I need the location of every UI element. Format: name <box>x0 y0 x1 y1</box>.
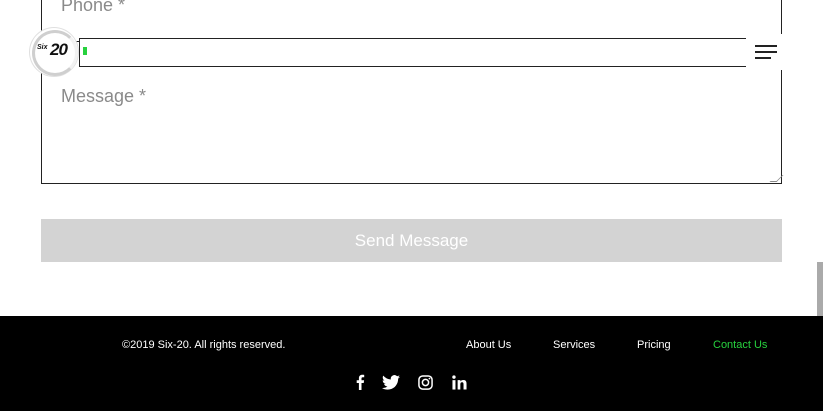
facebook-icon[interactable] <box>350 372 370 392</box>
copyright-text: ©2019 Six-20. All rights reserved. <box>122 339 286 351</box>
footer-link-contact-us[interactable]: Contact Us <box>713 339 767 351</box>
logo[interactable]: Six 20 <box>30 28 78 76</box>
phone-label: Phone * <box>61 0 126 15</box>
linkedin-icon[interactable] <box>449 372 469 392</box>
send-message-button[interactable]: Send Message <box>41 219 782 262</box>
page-scrollbar[interactable] <box>817 262 823 322</box>
footer: ©2019 Six-20. All rights reserved. About… <box>0 316 823 411</box>
menu-icon-line <box>755 51 777 53</box>
footer-link-pricing[interactable]: Pricing <box>637 339 671 351</box>
menu-icon-line <box>755 45 777 47</box>
footer-link-about-us[interactable]: About Us <box>466 339 511 351</box>
scroll-progress-fill <box>83 47 87 55</box>
message-label: Message * <box>61 86 147 106</box>
instagram-icon[interactable] <box>415 372 435 392</box>
logo-big-text: 20 <box>50 40 68 59</box>
menu-icon-line <box>755 57 771 59</box>
resize-handle[interactable] <box>769 175 784 182</box>
header-bar: Six 20 <box>30 28 784 76</box>
scroll-progress-bar <box>79 38 748 67</box>
twitter-icon[interactable] <box>381 372 401 392</box>
hamburger-menu-button[interactable] <box>746 34 784 70</box>
logo-small-text: Six <box>37 44 48 51</box>
footer-link-services[interactable]: Services <box>553 339 595 351</box>
message-field[interactable]: Message * <box>41 67 784 184</box>
